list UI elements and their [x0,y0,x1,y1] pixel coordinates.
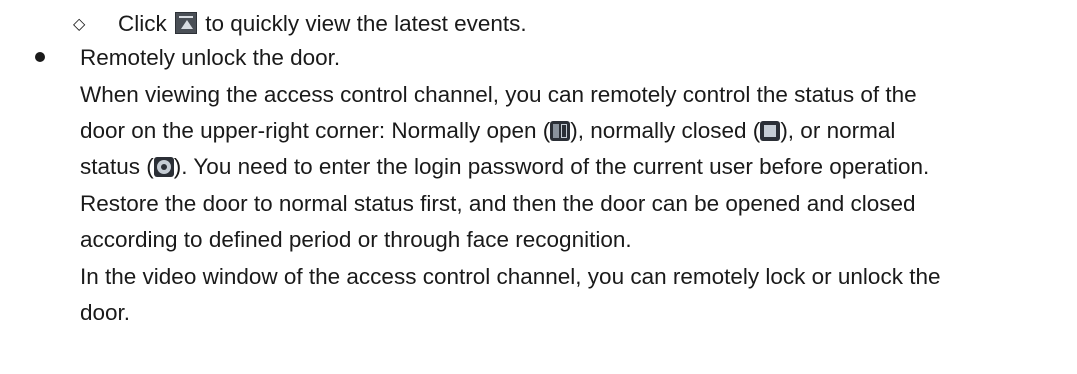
bullet-marker [35,52,45,62]
para1-line3: status ( ). You need to enter the login p… [80,149,1070,186]
sub-bullet-text-after: to quickly view the latest events. [205,11,527,36]
para2-line2: door. [80,300,131,325]
para1-line3-a: status ( [80,154,154,179]
para2-line1: In the video window of the access contro… [80,264,941,289]
latest-events-icon [175,12,198,34]
door-open-icon [550,121,571,141]
door-closed-icon [760,121,781,141]
sub-bullet-item: Click to quickly view the latest events. [118,6,527,43]
sub-bullet-marker: ◇ [73,16,86,33]
para1-line2-a: door on the upper-right corner: Normally… [80,118,551,143]
para1-line2-b: ), normally closed ( [570,118,761,143]
normal-status-icon [153,157,174,177]
para1-line2-c: ), or normal [780,118,896,143]
para1-line3-b: ). You need to enter the login password … [173,154,930,179]
bullet-title: Remotely unlock the door. [80,45,341,70]
para1-line2: door on the upper-right corner: Normally… [80,113,1070,150]
sub-bullet-text-before: Click [118,11,167,36]
para1-line4: Restore the door to normal status first,… [80,191,916,216]
para1-line5: according to defined period or through f… [80,227,632,252]
para1-line1: When viewing the access control channel,… [80,82,917,107]
